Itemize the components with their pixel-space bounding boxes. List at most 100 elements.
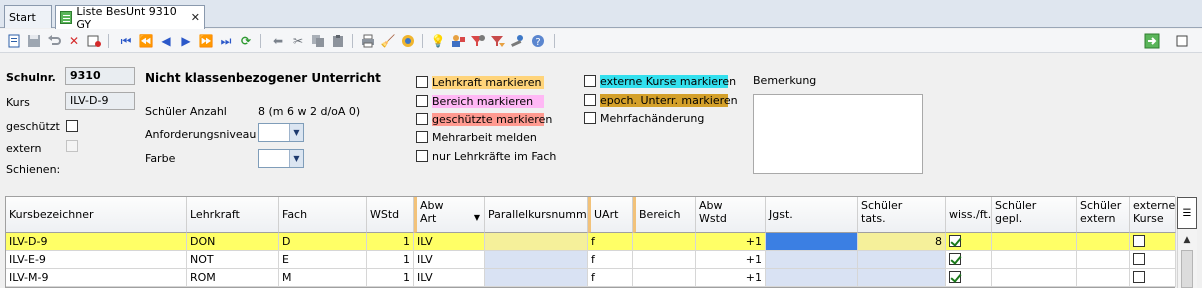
bereich-markieren-option[interactable]: Bereich markieren bbox=[415, 93, 544, 109]
copy-icon[interactable] bbox=[310, 33, 326, 49]
anforderungsniveau-select[interactable]: ▼ bbox=[258, 123, 304, 142]
cell-schueler_tats[interactable] bbox=[858, 269, 946, 287]
cell-lehrkraft[interactable]: NOT bbox=[187, 251, 279, 269]
cell-fach[interactable]: D bbox=[279, 233, 367, 251]
cell-lehrkraft[interactable]: ROM bbox=[187, 269, 279, 287]
mehrarbeit-melden-checkbox[interactable] bbox=[416, 131, 428, 143]
delete-icon[interactable]: ✕ bbox=[66, 33, 82, 49]
cell-externe_kurse[interactable] bbox=[1130, 233, 1176, 251]
filter-icon[interactable] bbox=[490, 33, 506, 49]
col-header-wiss-ft[interactable]: wiss./ft. bbox=[946, 197, 992, 233]
scroll-thumb[interactable] bbox=[1181, 250, 1193, 288]
next-page-icon[interactable]: ⏩ bbox=[198, 33, 214, 49]
cell-wstd[interactable]: 1 bbox=[367, 269, 414, 287]
row-checkbox[interactable] bbox=[1133, 235, 1145, 247]
next-record-icon[interactable]: ▶ bbox=[178, 33, 194, 49]
bemerkung-textarea[interactable] bbox=[753, 94, 923, 174]
cell-extern_sch[interactable] bbox=[1077, 233, 1130, 251]
col-header-parallelkursnummer[interactable]: Parallelkursnummer bbox=[485, 197, 588, 233]
teacher-assign-icon[interactable] bbox=[450, 33, 466, 49]
lehrkraft-markieren-checkbox[interactable] bbox=[416, 76, 428, 88]
new-record-icon[interactable] bbox=[6, 33, 22, 49]
nur-lehrkraefte-im-fach-checkbox[interactable] bbox=[416, 150, 428, 162]
col-header-fach[interactable]: Fach bbox=[279, 197, 367, 233]
epoch-unterr-markieren-checkbox[interactable] bbox=[584, 94, 596, 106]
cell-abwart[interactable]: ILV bbox=[414, 233, 485, 251]
mehrfachaenderung-checkbox[interactable] bbox=[584, 112, 596, 124]
column-chooser-icon[interactable]: ☰ bbox=[1177, 197, 1197, 229]
help-icon[interactable]: ? bbox=[530, 33, 546, 49]
chevron-down-icon[interactable]: ▼ bbox=[289, 150, 303, 167]
cell-abwart[interactable]: ILV bbox=[414, 269, 485, 287]
cell-bereich[interactable] bbox=[633, 233, 696, 251]
last-record-icon[interactable]: ⏭ bbox=[218, 33, 234, 49]
filter-red-icon[interactable] bbox=[470, 33, 486, 49]
col-header-schueler-gepl[interactable]: Schüler gepl. bbox=[992, 197, 1077, 233]
save-icon[interactable] bbox=[26, 33, 42, 49]
cell-schueler_tats[interactable] bbox=[858, 251, 946, 269]
first-record-icon[interactable]: ⏮ bbox=[118, 33, 134, 49]
cell-gepl[interactable] bbox=[992, 233, 1077, 251]
cell-abwwstd[interactable]: +1 bbox=[696, 233, 766, 251]
print-icon[interactable] bbox=[360, 33, 376, 49]
row-checkbox[interactable] bbox=[949, 271, 961, 283]
col-header-abw-art[interactable]: Abw Art ▼ bbox=[414, 197, 485, 233]
kurs-field[interactable]: ILV-D-9 bbox=[65, 92, 135, 110]
cell-schueler_tats[interactable]: 8 bbox=[858, 233, 946, 251]
col-header-externe-kurse[interactable]: externe Kurse bbox=[1130, 197, 1176, 233]
cell-kurs[interactable]: ILV-E-9 bbox=[6, 251, 187, 269]
cell-abwwstd[interactable]: +1 bbox=[696, 269, 766, 287]
undo-icon[interactable] bbox=[46, 33, 62, 49]
col-header-schueler-extern[interactable]: Schüler extern bbox=[1077, 197, 1130, 233]
mehrarbeit-melden-option[interactable]: Mehrarbeit melden bbox=[415, 129, 541, 145]
settings-icon[interactable] bbox=[400, 33, 416, 49]
cell-wiss[interactable] bbox=[946, 269, 992, 287]
clean-icon[interactable]: 🧹 bbox=[380, 33, 396, 49]
cell-bereich[interactable] bbox=[633, 269, 696, 287]
window-restore-icon[interactable] bbox=[1174, 33, 1190, 49]
previous-page-icon[interactable]: ⏪ bbox=[138, 33, 154, 49]
col-header-uart[interactable]: UArt bbox=[588, 197, 633, 233]
cell-uart[interactable]: f bbox=[588, 269, 633, 287]
col-header-wstd[interactable]: WStd bbox=[367, 197, 414, 233]
cell-externe_kurse[interactable] bbox=[1130, 269, 1176, 287]
col-header-bereich[interactable]: Bereich bbox=[633, 197, 696, 233]
row-checkbox[interactable] bbox=[949, 253, 961, 265]
cell-fach[interactable]: M bbox=[279, 269, 367, 287]
scroll-up-icon[interactable]: ▲ bbox=[1180, 233, 1194, 247]
geschuetzt-checkbox[interactable] bbox=[66, 120, 78, 132]
epoch-unterr-markieren-option[interactable]: epoch. Unterr. markieren bbox=[583, 92, 738, 108]
cell-parallel[interactable] bbox=[485, 269, 588, 287]
row-checkbox[interactable] bbox=[1133, 271, 1145, 283]
close-tab-icon[interactable]: ✕ bbox=[191, 11, 200, 24]
cell-extern_sch[interactable] bbox=[1077, 269, 1130, 287]
paste-icon[interactable] bbox=[330, 33, 346, 49]
hint-icon[interactable]: 💡 bbox=[430, 33, 446, 49]
refresh-icon[interactable]: ⟳ bbox=[238, 33, 254, 49]
cell-fach[interactable]: E bbox=[279, 251, 367, 269]
cell-uart[interactable]: f bbox=[588, 251, 633, 269]
export-icon[interactable] bbox=[1144, 33, 1160, 49]
cell-parallel[interactable] bbox=[485, 251, 588, 269]
mehrfachaenderung-option[interactable]: Mehrfachänderung bbox=[583, 110, 708, 126]
cell-jgst[interactable] bbox=[766, 233, 858, 251]
cell-gepl[interactable] bbox=[992, 269, 1077, 287]
nur-lehrkraefte-im-fach-option[interactable]: nur Lehrkräfte im Fach bbox=[415, 148, 560, 164]
cut-icon[interactable]: ✂ bbox=[290, 33, 306, 49]
col-header-abw-wstd[interactable]: Abw Wstd bbox=[696, 197, 766, 233]
lehrkraft-markieren-option[interactable]: Lehrkraft markieren bbox=[415, 74, 544, 90]
cell-extern_sch[interactable] bbox=[1077, 251, 1130, 269]
cell-wstd[interactable]: 1 bbox=[367, 251, 414, 269]
cell-uart[interactable]: f bbox=[588, 233, 633, 251]
externe-kurse-markieren-option[interactable]: externe Kurse markieren bbox=[583, 73, 736, 89]
tab-start[interactable]: Start bbox=[4, 5, 52, 28]
previous-record-icon[interactable]: ◀ bbox=[158, 33, 174, 49]
geschuetzte-markieren-checkbox[interactable] bbox=[416, 113, 428, 125]
row-checkbox[interactable] bbox=[1133, 253, 1145, 265]
col-header-kursbezeichner[interactable]: Kursbezeichner bbox=[6, 197, 187, 233]
chevron-down-icon[interactable]: ▼ bbox=[289, 124, 303, 141]
cell-abwwstd[interactable]: +1 bbox=[696, 251, 766, 269]
externe-kurse-markieren-checkbox[interactable] bbox=[584, 75, 596, 87]
col-header-jgst[interactable]: Jgst. bbox=[766, 197, 858, 233]
col-header-lehrkraft[interactable]: Lehrkraft bbox=[187, 197, 279, 233]
